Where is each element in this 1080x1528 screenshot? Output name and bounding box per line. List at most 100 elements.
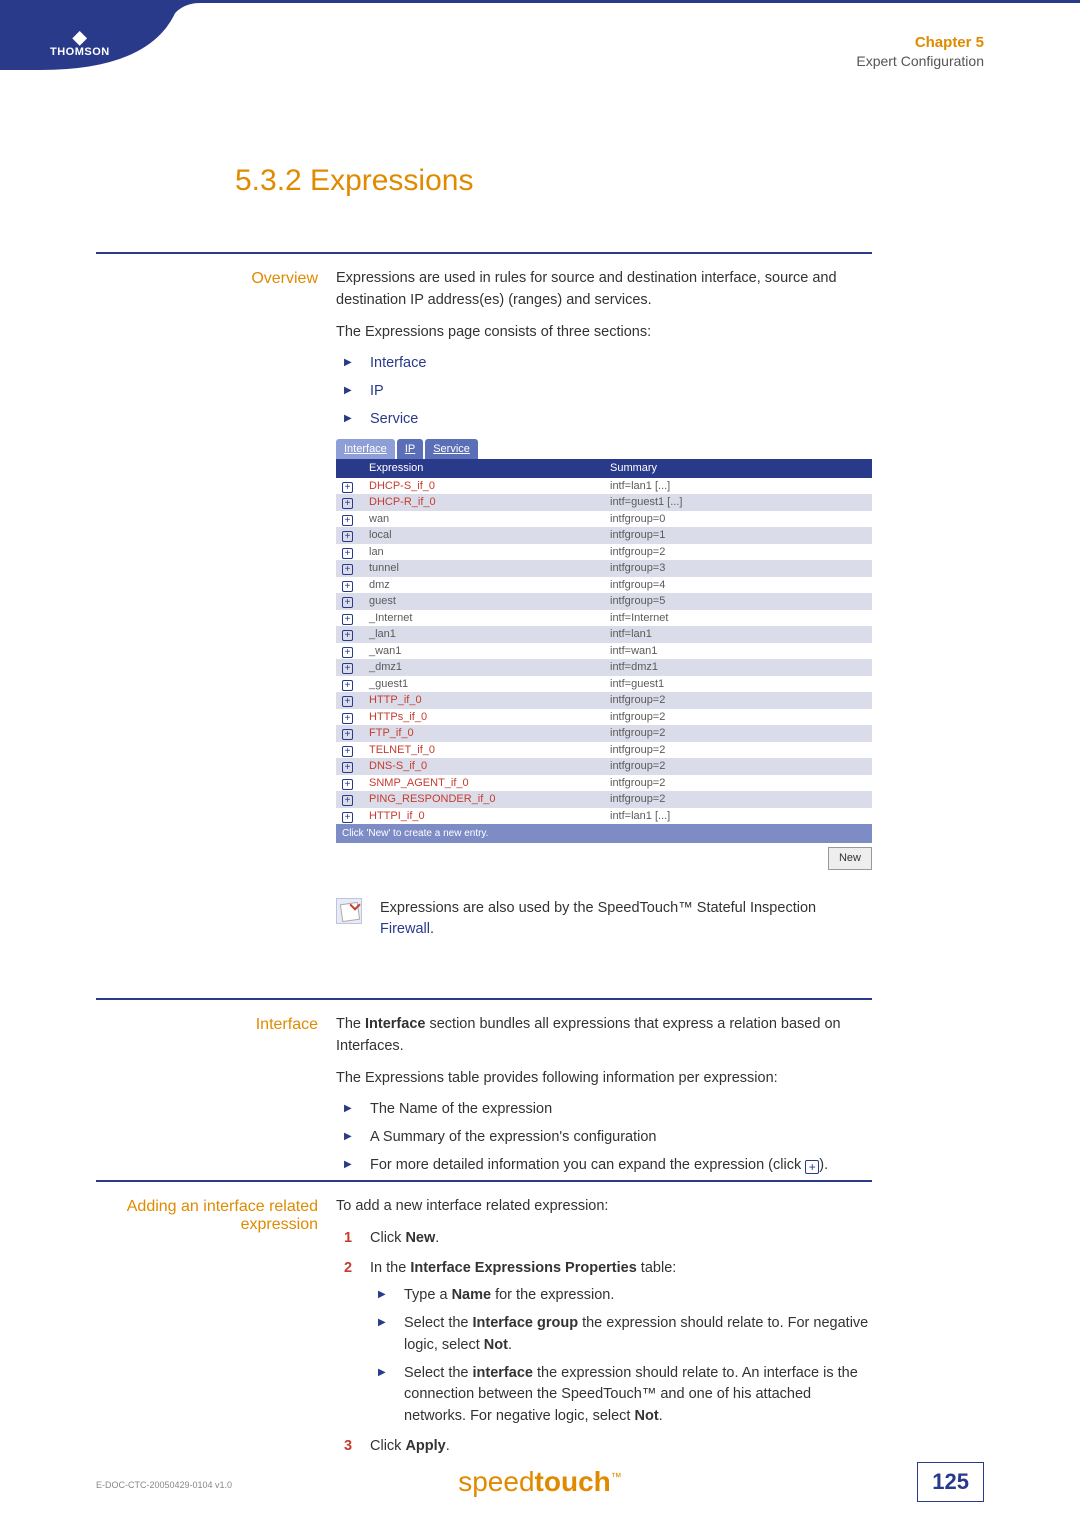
overview-item-interface[interactable]: Interface: [370, 355, 426, 371]
section-heading: 5.3.2 Expressions: [235, 164, 473, 198]
cell-summary: intf=Internet: [604, 610, 872, 627]
adding-content: To add a new interface related expressio…: [336, 1196, 872, 1466]
tab-interface[interactable]: Interface: [336, 439, 395, 460]
expand-row-icon[interactable]: +: [342, 812, 353, 823]
interface-para1: The Interface section bundles all expres…: [336, 1014, 872, 1058]
step-2: 2 In the Interface Expressions Propertie…: [336, 1258, 872, 1428]
table-row[interactable]: +DNS-S_if_0intfgroup=2: [336, 758, 872, 775]
note-icon: [336, 898, 362, 924]
adding-label: Adding an interface related expression: [96, 1196, 336, 1466]
table-footer-hint: Click 'New' to create a new entry.: [336, 824, 872, 843]
expand-row-icon[interactable]: +: [342, 564, 353, 575]
overview-label: Overview: [96, 268, 336, 941]
tab-service[interactable]: Service: [425, 439, 478, 460]
cell-expression: DHCP-S_if_0: [363, 478, 604, 495]
cell-expression: SNMP_AGENT_if_0: [363, 775, 604, 792]
expand-row-icon[interactable]: +: [342, 762, 353, 773]
tab-ip[interactable]: IP: [397, 439, 423, 460]
step2-sub1: Type a Name for the expression.: [370, 1285, 872, 1307]
expand-row-icon[interactable]: +: [342, 548, 353, 559]
table-row[interactable]: + guestintfgroup=5: [336, 593, 872, 610]
table-row[interactable]: + SNMP_AGENT_if_0intfgroup=2: [336, 775, 872, 792]
expand-row-icon[interactable]: +: [342, 482, 353, 493]
cell-summary: intfgroup=0: [604, 511, 872, 528]
cell-summary: intfgroup=2: [604, 709, 872, 726]
table-row[interactable]: +FTP_if_0intfgroup=2: [336, 725, 872, 742]
cell-expression: DHCP-R_if_0: [363, 494, 604, 511]
table-row[interactable]: + _guest1intf=guest1: [336, 676, 872, 693]
cell-expression: guest: [363, 593, 604, 610]
cell-summary: intfgroup=2: [604, 791, 872, 808]
cell-summary: intfgroup=5: [604, 593, 872, 610]
cell-expression: TELNET_if_0: [363, 742, 604, 759]
expand-row-icon[interactable]: +: [342, 663, 353, 674]
expand-row-icon[interactable]: +: [342, 713, 353, 724]
cell-expression: tunnel: [363, 560, 604, 577]
overview-list: Interface IP Service: [336, 353, 872, 430]
cell-expression: _Internet: [363, 610, 604, 627]
note-row: Expressions are also used by the SpeedTo…: [336, 898, 872, 942]
expand-row-icon[interactable]: +: [342, 746, 353, 757]
expand-row-icon[interactable]: +: [342, 630, 353, 641]
adding-steps: 1 Click New. 2 In the Interface Expressi…: [336, 1228, 872, 1458]
expand-row-icon[interactable]: +: [342, 795, 353, 806]
table-row[interactable]: +PING_RESPONDER_if_0intfgroup=2: [336, 791, 872, 808]
cell-summary: intf=guest1: [604, 676, 872, 693]
step2-sub2: Select the Interface group the expressio…: [370, 1313, 872, 1357]
expand-row-icon[interactable]: +: [342, 614, 353, 625]
cell-summary: intfgroup=2: [604, 544, 872, 561]
expand-row-icon[interactable]: +: [342, 779, 353, 790]
expand-row-icon[interactable]: +: [342, 498, 353, 509]
overview-content: Expressions are used in rules for source…: [336, 268, 872, 941]
cell-expression: _lan1: [363, 626, 604, 643]
table-row[interactable]: +dmzintfgroup=4: [336, 577, 872, 594]
table-row[interactable]: + tunnelintfgroup=3: [336, 560, 872, 577]
table-row[interactable]: +_dmz1intf=dmz1: [336, 659, 872, 676]
expand-row-icon[interactable]: +: [342, 729, 353, 740]
interface-content: The Interface section bundles all expres…: [336, 1014, 872, 1183]
table-row[interactable]: +lanintfgroup=2: [336, 544, 872, 561]
overview-para2: The Expressions page consists of three s…: [336, 322, 872, 344]
table-row[interactable]: +TELNET_if_0intfgroup=2: [336, 742, 872, 759]
overview-item-ip[interactable]: IP: [370, 383, 384, 399]
table-row[interactable]: +DHCP-R_if_0intf=guest1 [...]: [336, 494, 872, 511]
tabs-row: Interface IP Service: [336, 439, 872, 460]
firewall-link[interactable]: Firewall: [380, 921, 430, 937]
expand-row-icon[interactable]: +: [342, 515, 353, 526]
cell-expression: DNS-S_if_0: [363, 758, 604, 775]
expand-row-icon[interactable]: +: [342, 696, 353, 707]
table-row[interactable]: + _Internetintf=Internet: [336, 610, 872, 627]
cell-summary: intf=wan1: [604, 643, 872, 660]
expand-icon: +: [805, 1160, 819, 1174]
table-row[interactable]: +DHCP-S_if_0intf=lan1 [...]: [336, 478, 872, 495]
cell-expression: local: [363, 527, 604, 544]
cell-summary: intfgroup=2: [604, 775, 872, 792]
cell-summary: intfgroup=1: [604, 527, 872, 544]
cell-summary: intfgroup=4: [604, 577, 872, 594]
cell-expression: _guest1: [363, 676, 604, 693]
table-row[interactable]: +_lan1intf=lan1: [336, 626, 872, 643]
col-summary: Summary: [604, 459, 872, 478]
col-expression: Expression: [363, 459, 604, 478]
table-row[interactable]: + localintfgroup=1: [336, 527, 872, 544]
expand-row-icon[interactable]: +: [342, 531, 353, 542]
table-row[interactable]: +HTTP_if_0intfgroup=2: [336, 692, 872, 709]
step-1: 1 Click New.: [336, 1228, 872, 1250]
expand-row-icon[interactable]: +: [342, 597, 353, 608]
expand-row-icon[interactable]: +: [342, 647, 353, 658]
expand-row-icon[interactable]: +: [342, 680, 353, 691]
overview-item-service[interactable]: Service: [370, 411, 418, 427]
table-row[interactable]: +wanintfgroup=0: [336, 511, 872, 528]
table-row[interactable]: +HTTPI_if_0intf=lan1 [...]: [336, 808, 872, 825]
new-button[interactable]: New: [828, 847, 872, 870]
expand-row-icon[interactable]: +: [342, 581, 353, 592]
cell-expression: FTP_if_0: [363, 725, 604, 742]
cell-summary: intf=dmz1: [604, 659, 872, 676]
table-row[interactable]: +_wan1intf=wan1: [336, 643, 872, 660]
header-right: Chapter 5 Expert Configuration: [856, 34, 984, 69]
cell-summary: intfgroup=3: [604, 560, 872, 577]
interface-item-1: The Name of the expression: [336, 1099, 872, 1121]
table-row[interactable]: +HTTPs_if_0intfgroup=2: [336, 709, 872, 726]
logo-icon: ◆: [50, 28, 110, 46]
chapter-subtitle: Expert Configuration: [856, 53, 984, 69]
